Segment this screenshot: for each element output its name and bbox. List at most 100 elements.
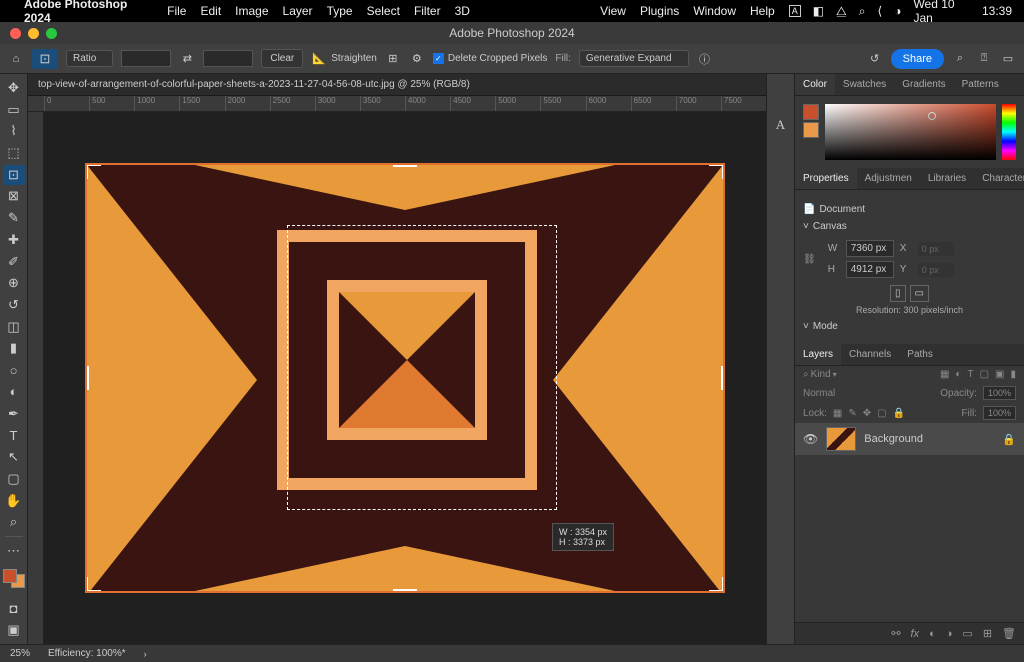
menu-window[interactable]: Window [693,4,736,18]
quick-mask-icon[interactable]: ◘ [3,598,25,618]
menu-help[interactable]: Help [750,4,775,18]
layer-filter-kind[interactable]: ⌕Kind▾ [803,369,837,380]
tab-channels[interactable]: Channels [841,344,899,365]
edit-toolbar-icon[interactable]: ⋯ [3,541,25,561]
straighten-label[interactable]: Straighten [331,53,377,64]
menu-layer[interactable]: Layer [283,4,313,18]
new-fill-icon[interactable]: ◑ [946,628,953,640]
vertical-ruler[interactable] [28,112,44,644]
layer-name[interactable]: Background [864,433,923,445]
swap-dimensions-icon[interactable]: ⇄ [179,51,195,67]
tab-paths[interactable]: Paths [899,344,941,365]
color-swatch-pair[interactable] [3,569,25,589]
blend-mode-dropdown[interactable]: Normal [803,388,835,399]
help-icon[interactable]: ⍰ [976,51,992,67]
layer-fx-icon[interactable]: fx [911,628,920,640]
history-brush-tool[interactable]: ↺ [3,295,25,315]
move-tool[interactable]: ✥ [3,78,25,98]
pen-tool[interactable]: ✒ [3,404,25,424]
search-tool-icon[interactable]: ⌕ [952,51,968,67]
brush-tool[interactable]: ✐ [3,252,25,272]
filter-smart-icon[interactable]: ▣ [995,369,1004,380]
menu-edit[interactable]: Edit [200,4,221,18]
menu-3d[interactable]: 3D [455,4,470,18]
crop-handle-r[interactable] [721,366,725,390]
new-group-icon[interactable]: ▭ [962,627,972,640]
shape-tool[interactable]: ▢ [3,469,25,489]
menubar-time[interactable]: 13:39 [982,4,1012,18]
opacity-input[interactable]: 100% [983,386,1016,400]
layer-visibility-icon[interactable]: 👁 [803,432,818,446]
menu-view[interactable]: View [600,4,626,18]
filter-type-icon[interactable]: T [967,369,973,380]
ratio-height-input[interactable] [203,50,253,67]
horizontal-ruler[interactable]: 0500100015002000250030003500400045005000… [28,96,766,112]
lasso-tool[interactable]: ⌇ [3,121,25,141]
frame-tool[interactable]: ⊠ [3,187,25,207]
type-tool[interactable]: T [3,426,25,446]
marquee-tool[interactable]: ▭ [3,100,25,120]
canvas-viewport[interactable]: W : 3354 px H : 3373 px [44,112,766,644]
lock-all-icon[interactable]: 🔒 [893,408,905,419]
straighten-icon[interactable]: 📐 [311,51,327,67]
filter-shape-icon[interactable]: ▢ [980,369,989,380]
eyedropper-tool[interactable]: ✎ [3,208,25,228]
dodge-tool[interactable]: ◐ [3,382,25,402]
workspace-icon[interactable]: ▭ [1000,51,1016,67]
wifi-icon[interactable]: ⧋ [836,4,847,19]
foreground-color[interactable] [3,569,17,583]
filter-adjustment-icon[interactable]: ◐ [955,369,961,380]
menu-type[interactable]: Type [327,4,353,18]
canvas-height-input[interactable] [846,261,894,278]
canvas-image[interactable]: W : 3354 px H : 3373 px [85,163,725,593]
tab-color[interactable]: Color [795,74,835,95]
menu-select[interactable]: Select [367,4,400,18]
crop-settings-icon[interactable]: ⚙ [409,51,425,67]
tab-layers[interactable]: Layers [795,344,841,365]
reset-icon[interactable]: ↺ [867,51,883,67]
ratio-width-input[interactable] [121,50,171,67]
tab-patterns[interactable]: Patterns [954,74,1007,95]
gradient-tool[interactable]: ▮ [3,339,25,359]
color-picker-fg[interactable] [803,104,819,120]
canvas-width-input[interactable] [846,240,894,257]
blur-tool[interactable]: ○ [3,360,25,380]
screen-mode-icon[interactable]: ▣ [3,620,25,640]
lock-pixels-icon[interactable]: ✎ [848,408,856,419]
color-field[interactable] [825,104,996,160]
layer-lock-icon[interactable]: 🔒 [1002,433,1016,446]
layer-mask-icon[interactable]: ◐ [929,628,936,640]
menu-file[interactable]: File [167,4,186,18]
home-icon[interactable]: ⌂ [8,51,24,67]
menu-filter[interactable]: Filter [414,4,441,18]
menu-plugins[interactable]: Plugins [640,4,679,18]
battery-icon[interactable]: ◧ [813,4,824,18]
tab-gradients[interactable]: Gradients [894,74,953,95]
lock-transparent-icon[interactable]: ▦ [833,408,842,419]
color-picker-bg[interactable] [803,122,819,138]
zoom-tool[interactable]: ⌕ [3,512,25,532]
delete-cropped-checkbox[interactable]: ✓ Delete Cropped Pixels [433,53,548,64]
delete-layer-icon[interactable]: 🗑 [1002,627,1016,640]
link-layers-icon[interactable]: ⚯ [891,627,900,640]
tab-character[interactable]: Character [974,168,1024,189]
efficiency-status[interactable]: Efficiency: 100%* [48,648,126,659]
menu-image[interactable]: Image [235,4,268,18]
window-close-button[interactable] [10,28,21,39]
orientation-landscape-icon[interactable]: ▭ [910,285,929,302]
crop-tool[interactable]: ⊡ [3,165,25,185]
search-icon[interactable]: ⌕ [859,4,866,19]
document-tab[interactable]: top-view-of-arrangement-of-colorful-pape… [28,74,766,96]
path-tool[interactable]: ↖ [3,447,25,467]
selection-tool[interactable]: ⬚ [3,143,25,163]
clone-stamp-tool[interactable]: ⊕ [3,273,25,293]
crop-handle-t[interactable] [393,163,417,167]
tab-properties[interactable]: Properties [795,168,857,189]
siri-icon[interactable]: ◑ [894,4,901,18]
healing-tool[interactable]: ✚ [3,230,25,250]
crop-handle-b[interactable] [393,589,417,593]
window-maximize-button[interactable] [46,28,57,39]
fill-info-icon[interactable]: ⓘ [697,51,713,67]
tab-libraries[interactable]: Libraries [920,168,974,189]
keyboard-icon[interactable]: A [789,5,801,17]
